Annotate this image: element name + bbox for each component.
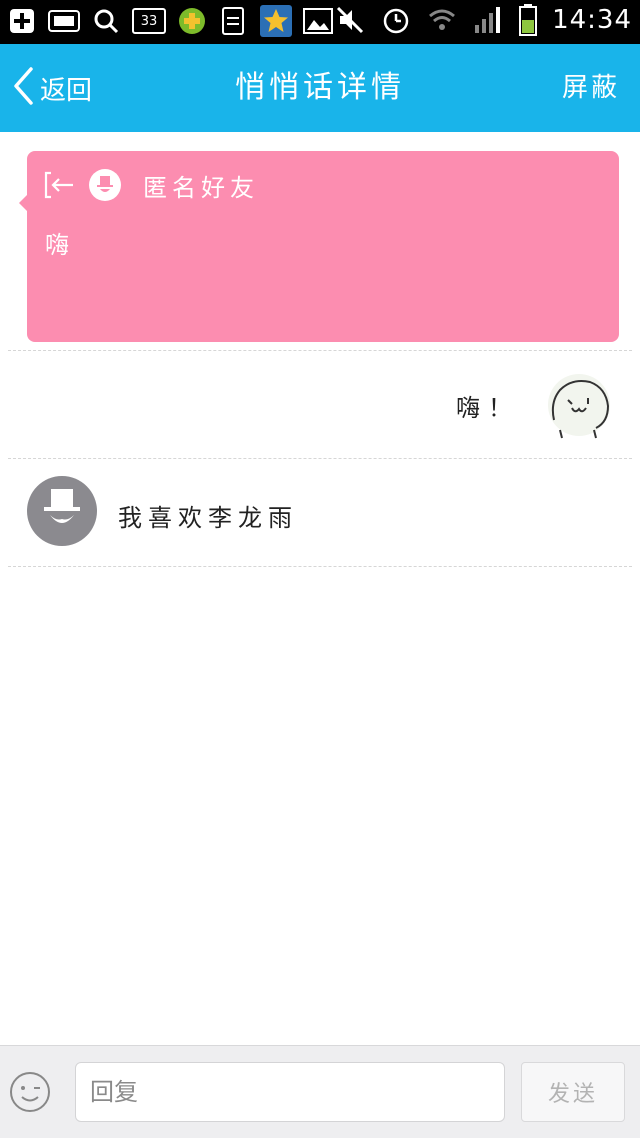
plus-circle-icon (176, 5, 208, 37)
badge-33-icon: 33 (132, 5, 166, 37)
emoji-icon[interactable] (8, 1070, 52, 1114)
signal-icon (472, 4, 504, 36)
status-icons-left: 33 (6, 5, 334, 37)
notification-badge-count: 33 (140, 13, 158, 29)
card-sender-name: 匿名好友 (143, 173, 259, 202)
mute-icon (334, 4, 366, 36)
divider (8, 458, 632, 459)
add-icon (6, 5, 38, 37)
title-bar: 返回 悄悄话详情 屏蔽 (0, 44, 640, 132)
exit-icon (43, 169, 75, 201)
document-icon (218, 5, 250, 37)
reply-text: 嗨！ (456, 394, 520, 422)
divider (8, 350, 632, 351)
wifi-icon (426, 4, 458, 36)
sim-card-icon (48, 5, 80, 37)
page-title: 悄悄话详情 (235, 70, 405, 105)
anonymous-avatar (27, 476, 97, 546)
whisper-card: 匿名好友 嗨 (19, 151, 619, 342)
reply-input[interactable] (75, 1062, 505, 1122)
message-text: 我喜欢李龙雨 (118, 504, 298, 532)
list-item[interactable]: 我喜欢李龙雨 (0, 460, 640, 566)
alarm-icon (380, 4, 412, 36)
card-notch (19, 195, 27, 211)
send-button[interactable]: 发送 (521, 1062, 625, 1122)
status-bar: 33 14:34 (0, 0, 640, 44)
list-item[interactable]: 嗨！ (0, 352, 640, 458)
card-header: 匿名好友 (43, 167, 259, 203)
search-icon (90, 5, 122, 37)
anonymous-avatar-icon (89, 169, 121, 201)
block-button[interactable]: 屏蔽 (562, 66, 620, 110)
star-app-icon (260, 5, 292, 37)
image-icon (302, 5, 334, 37)
composer-bar: 发送 (0, 1045, 640, 1138)
battery-icon (518, 4, 538, 36)
smiley-avatar-icon (544, 372, 614, 442)
anonymous-avatar-icon (38, 485, 86, 537)
divider (8, 566, 632, 567)
status-time: 14:34 (552, 5, 632, 35)
status-icons-right: 14:34 (334, 4, 632, 36)
card-message: 嗨 (45, 231, 69, 259)
